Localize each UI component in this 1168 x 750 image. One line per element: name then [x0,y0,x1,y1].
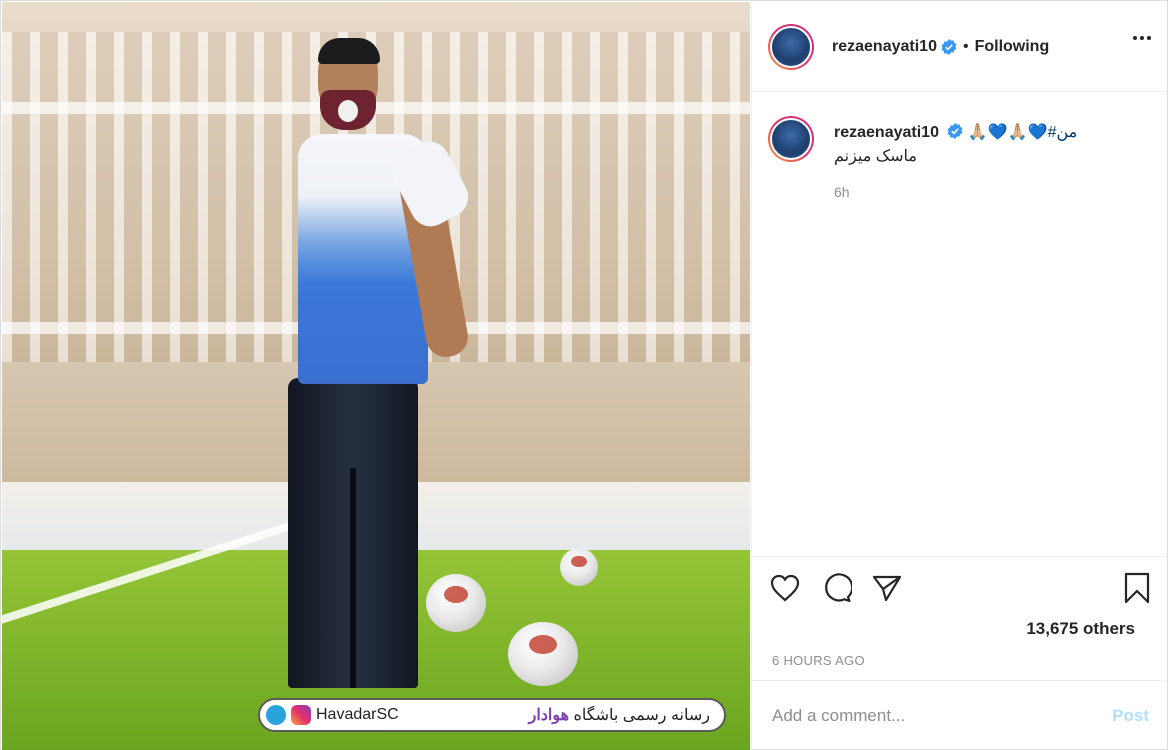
telegram-icon [266,705,286,725]
watermark-banner: HavadarSC رسانه رسمی باشگاه هوادار [258,698,726,732]
caption-body: rezaenayati10 🙏🏼💙🙏🏼💙#من ماسک میزنم 6h [834,122,1154,200]
watermark-handle: HavadarSC [316,706,399,723]
watermark-text: رسانه رسمی باشگاه هوادار [529,705,710,725]
post-photo[interactable]: HavadarSC رسانه رسمی باشگاه هوادار [2,2,750,750]
soccer-ball [560,548,598,586]
caption-hashtag[interactable]: 🙏🏼💙🙏🏼💙#من [968,124,1077,141]
bookmark-icon[interactable] [1120,571,1154,605]
watermark-text-prefix: رسانه رسمی باشگاه [569,707,710,724]
separator-dot: • [962,37,969,55]
post-header: rezaenayati10 • Following [752,2,1168,92]
comment-bubble-icon[interactable] [820,571,854,605]
player-pants [288,378,418,688]
caption-text: ماسک میزنم [834,148,917,165]
verified-badge-icon [948,123,963,139]
post-comment-button[interactable]: Post [1112,706,1149,726]
soccer-ball [508,622,578,686]
avatar[interactable] [768,23,814,70]
caption-timestamp: 6h [834,184,850,200]
paper-plane-icon[interactable] [870,571,904,605]
actions-section: 13,675 others 6 HOURS AGO [752,556,1168,680]
watermark-handle-group: HavadarSC [266,705,399,725]
post-frame: HavadarSC رسانه رسمی باشگاه هوادار rezae… [0,0,1168,750]
post-age: 6 HOURS AGO [772,653,865,668]
more-options-icon[interactable] [1133,36,1151,40]
caption-avatar[interactable] [768,116,814,162]
player-face-mask [320,90,376,130]
likes-count[interactable]: 13,675 others [1026,619,1135,639]
player-figure [282,38,512,698]
caption-first-line: rezaenayati10 🙏🏼💙🙏🏼💙#من [834,122,1154,142]
caption-username[interactable]: rezaenayati10 [834,124,939,141]
header-username[interactable]: rezaenayati10 [832,38,937,56]
player-hair [318,38,380,64]
heart-icon[interactable] [768,571,802,605]
following-button[interactable]: Following [975,38,1050,56]
post-side-panel: rezaenayati10 • Following rezaenayati10 … [751,2,1168,750]
comment-input[interactable] [772,705,1113,726]
watermark-text-highlight: هوادار [528,707,570,724]
verified-badge-icon [941,38,957,55]
instagram-icon [291,705,311,725]
comment-bar: Post [752,680,1168,750]
